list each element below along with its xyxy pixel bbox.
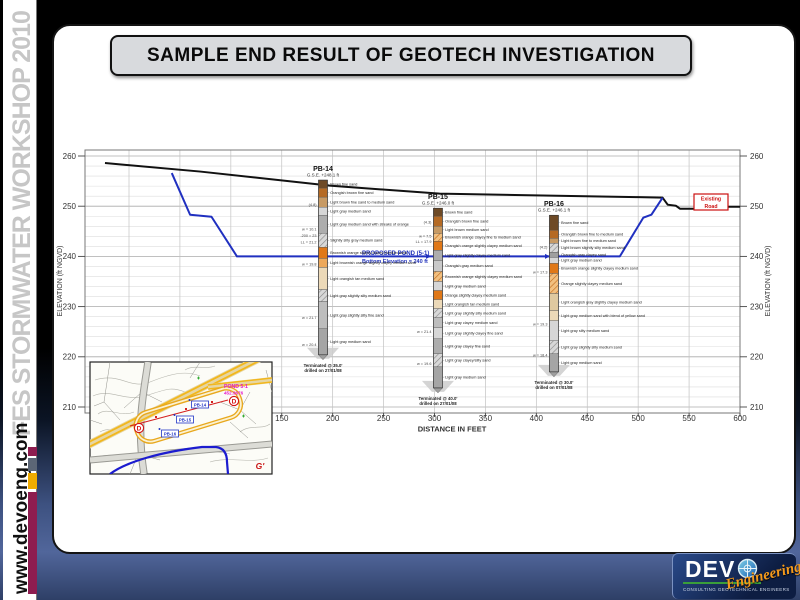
devo-logo: DEV Engineering CONSULTING GEOTECHNICAL … xyxy=(672,553,796,599)
logo-tagline: CONSULTING GEOTECHNICAL ENGINEERS xyxy=(683,587,790,592)
slide-title-banner: SAMPLE END RESULT OF GEOTECH INVESTIGATI… xyxy=(110,35,692,76)
slide-canvas xyxy=(52,24,796,554)
slide-title: SAMPLE END RESULT OF GEOTECH INVESTIGATI… xyxy=(147,45,655,67)
sidebar: FES STORMWATER WORKSHOP 2010 www.devoeng… xyxy=(3,0,37,600)
accent-block-3 xyxy=(28,473,37,489)
accent-block-2 xyxy=(28,458,37,471)
accent-block-1 xyxy=(28,447,37,456)
workshop-title-vertical: FES STORMWATER WORKSHOP 2010 xyxy=(8,11,37,436)
accent-block-4 xyxy=(28,492,37,594)
